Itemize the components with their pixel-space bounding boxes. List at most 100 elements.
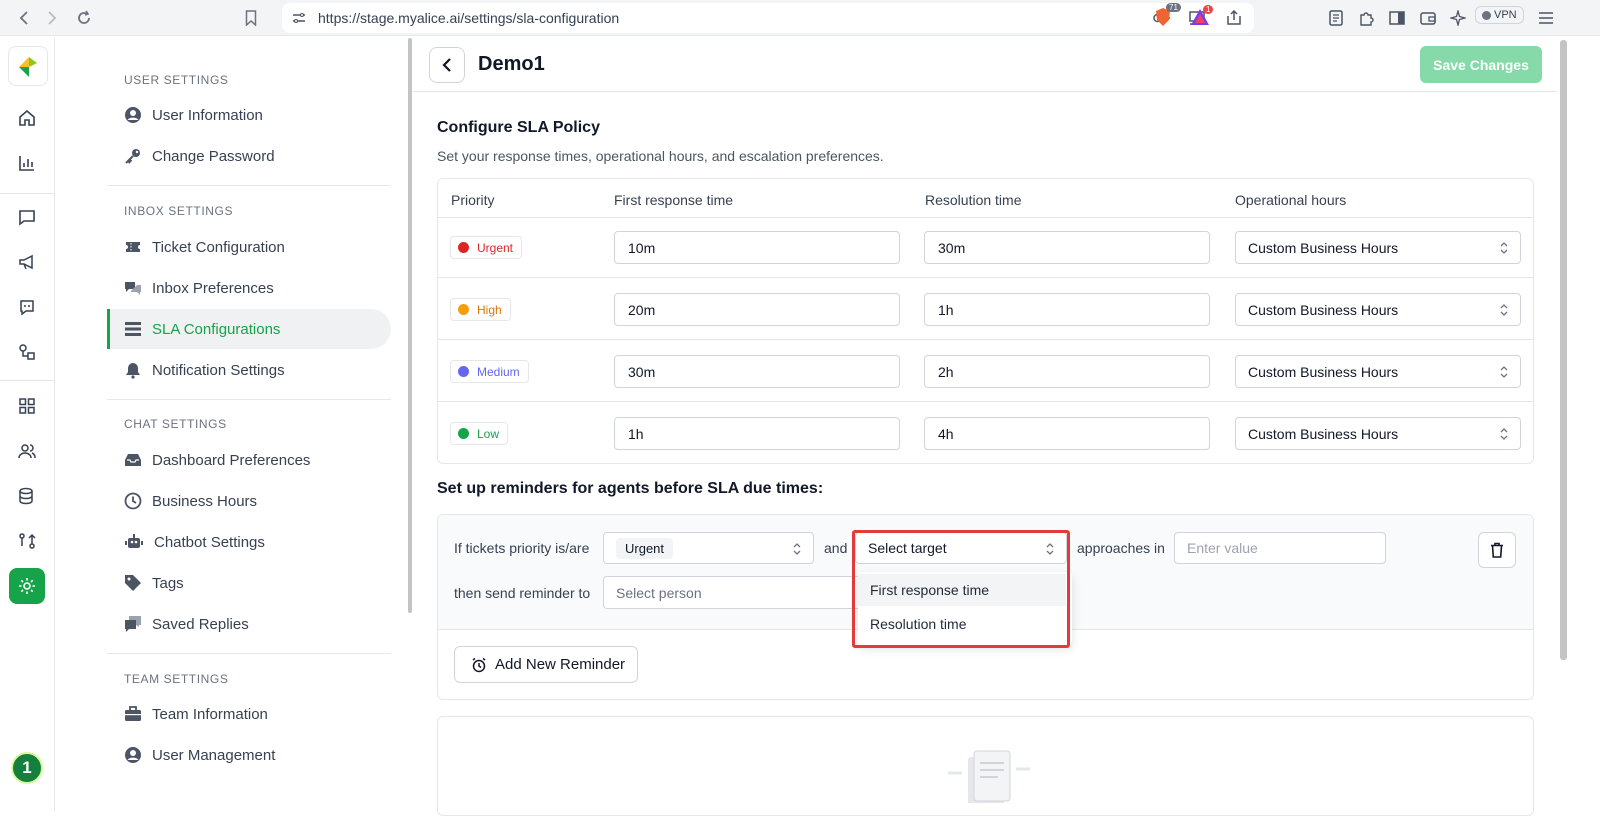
- priority-label: Urgent: [477, 240, 514, 255]
- first-response-input-low[interactable]: 1h: [614, 417, 900, 450]
- section-title-user-settings: USER SETTINGS: [124, 73, 229, 87]
- sidebar-item-user-management[interactable]: User Management: [107, 735, 391, 775]
- target-option-first-response[interactable]: First response time: [858, 574, 1066, 606]
- priority-label: High: [477, 302, 502, 317]
- reader-mode-icon[interactable]: [1326, 8, 1346, 28]
- rail-home[interactable]: [9, 100, 45, 136]
- bot-icon: [20, 300, 34, 316]
- page-header: Demo1 Save Changes: [413, 38, 1557, 92]
- chevron-updown-icon: [1046, 543, 1054, 555]
- browser-reload-button[interactable]: [70, 4, 98, 32]
- resolution-input-high[interactable]: 1h: [924, 293, 1210, 326]
- settings-sidebar: USER SETTINGS User Information Change Pa…: [56, 38, 412, 811]
- sidebar-item-label: Saved Replies: [152, 615, 249, 633]
- sidebar-item-chatbot-settings[interactable]: Chatbot Settings: [107, 522, 391, 562]
- rail-data-lab[interactable]: [9, 478, 45, 514]
- sidebar-item-label: Dashboard Preferences: [152, 451, 311, 469]
- extensions-icon[interactable]: [1356, 8, 1376, 28]
- sidebar-item-user-information[interactable]: User Information: [107, 95, 391, 135]
- workspace-logo[interactable]: [8, 46, 48, 86]
- sidebar-item-sla-configurations[interactable]: SLA Configurations: [107, 309, 391, 349]
- first-response-input-medium[interactable]: 30m: [614, 355, 900, 388]
- priority-chip-urgent[interactable]: Urgent: [616, 537, 674, 559]
- send-reminder-label: then send reminder to: [454, 585, 591, 601]
- priority-dot: [458, 304, 469, 315]
- rail-workflow[interactable]: [9, 523, 45, 559]
- first-response-input-urgent[interactable]: 10m: [614, 231, 900, 264]
- reminder-value-input[interactable]: Enter value: [1174, 532, 1386, 564]
- if-priority-label: If tickets priority is/are: [454, 540, 590, 556]
- sidebar-item-notification-settings[interactable]: Notification Settings: [107, 350, 391, 390]
- first-response-input-high[interactable]: 20m: [614, 293, 900, 326]
- rail-apps[interactable]: [9, 388, 45, 424]
- sidebar-item-tags[interactable]: Tags: [107, 563, 391, 603]
- sidebar-item-label: Inbox Preferences: [152, 279, 274, 297]
- sidebar-item-label: Tags: [152, 574, 184, 592]
- delete-reminder-button[interactable]: [1478, 532, 1516, 568]
- operational-hours-select-high[interactable]: Custom Business Hours: [1235, 293, 1521, 326]
- sidebar-item-inbox-preferences[interactable]: Inbox Preferences: [107, 268, 391, 308]
- main-scrollbar[interactable]: [1560, 40, 1567, 660]
- operational-hours-select-urgent[interactable]: Custom Business Hours: [1235, 231, 1521, 264]
- rail-analytics[interactable]: [9, 145, 45, 181]
- sidebar-toggle-icon[interactable]: [1387, 8, 1407, 28]
- sidebar-item-label: User Management: [152, 746, 276, 764]
- resolution-input-medium[interactable]: 2h: [924, 355, 1210, 388]
- operational-hours-select-medium[interactable]: Custom Business Hours: [1235, 355, 1521, 388]
- browser-forward-button[interactable]: [38, 4, 66, 32]
- vpn-button[interactable]: VPN: [1475, 6, 1524, 24]
- app-navigation-rail: 1: [0, 38, 55, 811]
- sidebar-item-business-hours[interactable]: Business Hours: [107, 481, 391, 521]
- rail-broadcast[interactable]: [9, 244, 45, 280]
- site-settings-icon[interactable]: [292, 11, 306, 25]
- rail-settings[interactable]: [9, 568, 45, 604]
- chevron-updown-icon: [1500, 242, 1508, 254]
- table-divider: [438, 217, 1533, 218]
- user-circle-icon: [125, 107, 141, 123]
- chevron-updown-icon: [793, 543, 801, 555]
- resolution-input-urgent[interactable]: 30m: [924, 231, 1210, 264]
- browser-back-button[interactable]: [10, 4, 38, 32]
- address-bar[interactable]: https://stage.myalice.ai/settings/sla-co…: [282, 3, 1254, 33]
- target-select[interactable]: Select target: [855, 532, 1067, 564]
- vpn-label: VPN: [1494, 9, 1517, 21]
- sidebar-scrollbar[interactable]: [408, 38, 412, 613]
- chevron-left-icon: [442, 58, 451, 72]
- main-content: Demo1 Save Changes Configure SLA Policy …: [413, 38, 1557, 816]
- table-divider: [438, 401, 1533, 402]
- url-text[interactable]: https://stage.myalice.ai/settings/sla-co…: [318, 10, 619, 26]
- browser-toolbar: https://stage.myalice.ai/settings/sla-co…: [0, 0, 1600, 36]
- add-new-reminder-button[interactable]: Add New Reminder: [454, 646, 638, 683]
- sidebar-item-dashboard-preferences[interactable]: Dashboard Preferences: [107, 440, 391, 480]
- priority-multiselect[interactable]: Urgent: [603, 532, 814, 564]
- rail-divider: [0, 193, 55, 194]
- person-select[interactable]: Select person: [603, 576, 883, 609]
- trash-icon: [1491, 542, 1503, 558]
- sidebar-item-team-information[interactable]: Team Information: [107, 694, 391, 734]
- user-avatar[interactable]: 1: [11, 752, 43, 784]
- sidebar-item-saved-replies[interactable]: Saved Replies: [107, 604, 391, 644]
- vpn-status-icon: [1482, 10, 1491, 20]
- target-option-resolution[interactable]: Resolution time: [858, 608, 1066, 640]
- rail-bot[interactable]: [9, 289, 45, 325]
- rail-integrations[interactable]: [9, 334, 45, 370]
- rail-customers[interactable]: [9, 433, 45, 469]
- bookmark-button[interactable]: [237, 4, 265, 32]
- resolution-input-low[interactable]: 4h: [924, 417, 1210, 450]
- home-icon: [19, 109, 35, 126]
- wallet-icon[interactable]: [1418, 8, 1438, 28]
- sidebar-item-change-password[interactable]: Change Password: [107, 136, 391, 176]
- save-changes-button[interactable]: Save Changes: [1420, 46, 1542, 83]
- back-button[interactable]: [429, 47, 465, 83]
- menu-icon[interactable]: [1536, 8, 1556, 28]
- target-select-placeholder: Select target: [868, 540, 947, 556]
- priority-dot: [458, 366, 469, 377]
- sidebar-item-ticket-configuration[interactable]: Ticket Configuration: [107, 227, 391, 267]
- leo-ai-icon[interactable]: [1448, 8, 1468, 28]
- sidebar-item-label: Chatbot Settings: [154, 533, 265, 551]
- operational-hours-select-low[interactable]: Custom Business Hours: [1235, 417, 1521, 450]
- clock-icon: [124, 492, 142, 510]
- rail-inbox[interactable]: [9, 199, 45, 235]
- brave-shields-count: 71: [1166, 3, 1181, 12]
- share-icon[interactable]: [1224, 8, 1244, 28]
